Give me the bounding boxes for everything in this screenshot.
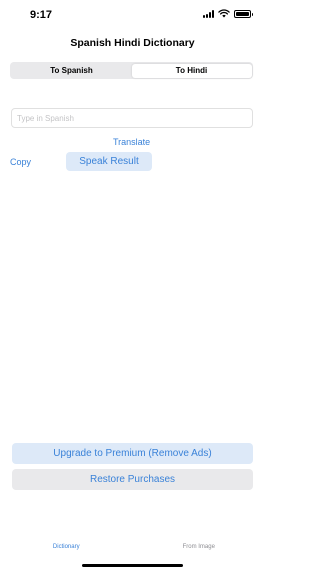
tab-dictionary[interactable]: Dictionary [0,535,133,560]
home-indicator[interactable] [82,564,183,567]
translate-button[interactable]: Translate [113,137,150,147]
status-bar: 9:17 [0,0,265,30]
status-time: 9:17 [30,9,53,21]
status-icons [203,9,253,18]
speak-result-button[interactable]: Speak Result [66,152,152,171]
restore-purchases-button[interactable]: Restore Purchases [12,469,253,490]
cellular-signal-icon [203,9,214,18]
spanish-text-input[interactable] [11,108,253,128]
battery-icon [234,9,253,18]
tab-bar: Dictionary From Image [0,535,265,560]
copy-button[interactable]: Copy [10,157,31,167]
tab-from-image[interactable]: From Image [133,535,266,560]
segment-to-hindi[interactable]: To Hindi [131,63,252,78]
upgrade-premium-button[interactable]: Upgrade to Premium (Remove Ads) [12,443,253,464]
wifi-icon [218,9,230,18]
page-title: Spanish Hindi Dictionary [70,37,195,49]
language-direction-segmented-control[interactable]: To Spanish To Hindi [10,62,253,79]
segment-to-spanish[interactable]: To Spanish [12,64,132,78]
